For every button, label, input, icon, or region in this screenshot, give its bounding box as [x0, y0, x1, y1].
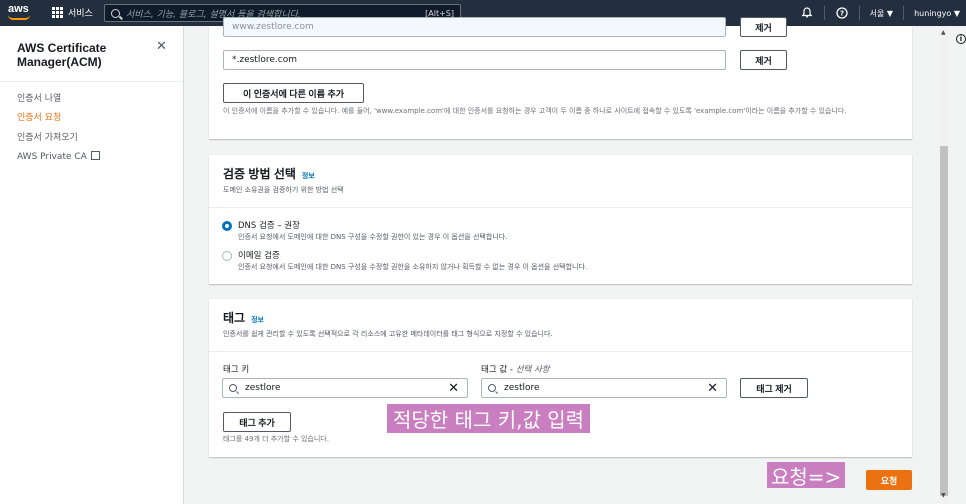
add-name-help-text: 이 인증서에 이름을 추가할 수 있습니다. 예를 들어, 'www.examp…	[223, 107, 847, 115]
tag-value-input[interactable]: zestlore ✕	[481, 378, 727, 398]
dns-validation-label[interactable]: DNS 검증 – 권장	[238, 219, 300, 231]
bell-icon[interactable]	[794, 0, 820, 26]
email-validation-desc: 인증서 요청에서 도메인에 대한 DNS 구성을 수정할 권한을 소유하지 않거…	[238, 263, 588, 271]
tags-description: 인증서를 쉽게 관리할 수 있도록 선택적으로 각 리소스에 고유한 메타데이터…	[223, 330, 553, 338]
page-scrollbar[interactable]: ▲ ▼	[939, 26, 949, 504]
account-menu[interactable]: huningyo ▼	[908, 9, 966, 18]
validation-description: 도메인 소유권을 검증하기 위한 방법 선택	[223, 186, 344, 194]
add-tag-button[interactable]: 태그 추가	[223, 412, 291, 432]
annotation-request-note: 요청=>	[767, 462, 846, 489]
add-another-name-button[interactable]: 이 인증서에 다른 이름 추가	[223, 83, 364, 103]
divider	[823, 6, 825, 20]
region-selector[interactable]: 서울 ▼	[864, 8, 899, 19]
sidebar-divider	[0, 81, 183, 82]
panel-divider	[209, 207, 912, 208]
request-button[interactable]: 요청	[866, 470, 912, 490]
divider	[903, 6, 905, 20]
clear-icon[interactable]: ✕	[448, 381, 459, 396]
sidebar-item-list-certificates[interactable]: 인증서 나열	[17, 91, 61, 104]
aws-logo[interactable]: aws	[8, 3, 34, 23]
clear-icon[interactable]: ✕	[707, 381, 718, 396]
grid-icon	[52, 7, 63, 18]
help-icon[interactable]: ?	[829, 0, 855, 26]
validation-title: 검증 방법 선택	[223, 167, 296, 181]
sidebar-title: AWS Certificate Manager(ACM)	[17, 41, 107, 69]
dns-validation-desc: 인증서 요청에서 도메인에 대한 DNS 구성을 수정할 권한이 있는 경우 이…	[238, 233, 508, 241]
scrollbar-thumb[interactable]	[940, 146, 948, 496]
domain-name-input[interactable]: *.zestlore.com	[223, 50, 726, 70]
remove-tag-button[interactable]: 태그 제거	[740, 378, 808, 398]
tags-panel: 태그 정보 인증서를 쉽게 관리할 수 있도록 선택적으로 각 리소스에 고유한 …	[209, 298, 912, 457]
tag-key-value: zestlore	[245, 383, 281, 393]
tags-title: 태그	[223, 311, 246, 325]
domain-names-panel: www.zestlore.com 제거 *.zestlore.com 제거 이 …	[209, 17, 912, 139]
remove-domain-button[interactable]: 제거	[740, 50, 787, 70]
domain-name-value: www.zestlore.com	[232, 22, 314, 32]
dns-validation-radio[interactable]	[222, 221, 232, 231]
sidebar-item-label: AWS Private CA	[17, 152, 87, 162]
sidebar-item-aws-private-ca[interactable]: AWS Private CA	[17, 150, 100, 162]
optional-label: 선택 사항	[515, 365, 550, 375]
tag-value-label-text: 태그 값 -	[481, 365, 516, 375]
panel-title: 검증 방법 선택 정보	[223, 165, 315, 182]
email-validation-radio[interactable]	[222, 251, 232, 261]
sidebar: AWS Certificate Manager(ACM) ✕ 인증서 나열 인증…	[0, 26, 184, 504]
info-link[interactable]: 정보	[302, 173, 315, 180]
panel-divider	[209, 351, 912, 352]
tag-value-label: 태그 값 - 선택 사항	[481, 363, 550, 375]
tags-remaining-text: 태그를 49개 더 추가할 수 있습니다.	[223, 435, 329, 443]
panel-title: 태그 정보	[223, 309, 264, 326]
external-link-icon	[90, 151, 100, 160]
tag-key-input[interactable]: zestlore ✕	[222, 378, 468, 398]
validation-method-panel: 검증 방법 선택 정보 도메인 소유권을 검증하기 위한 방법 선택 DNS 검증…	[209, 154, 912, 284]
email-validation-label[interactable]: 이메일 검증	[238, 249, 280, 261]
search-icon	[488, 384, 496, 392]
scroll-up-arrow[interactable]: ▲	[941, 29, 946, 36]
sidebar-item-import-certificate[interactable]: 인증서 가져오기	[17, 130, 78, 143]
nav-right-group: ? 서울 ▼ huningyo ▼	[794, 0, 966, 26]
services-menu-button[interactable]: 서비스	[52, 6, 93, 19]
aws-smile-icon	[8, 15, 30, 20]
tag-value-value: zestlore	[504, 383, 540, 393]
svg-text:?: ?	[840, 10, 844, 18]
domain-name-value: *.zestlore.com	[232, 55, 297, 65]
remove-domain-button[interactable]: 제거	[740, 17, 787, 37]
info-link[interactable]: 정보	[251, 317, 264, 324]
info-panel-icon[interactable]: i	[956, 34, 966, 44]
tag-key-label: 태그 키	[223, 365, 250, 375]
close-icon[interactable]: ✕	[156, 39, 167, 54]
annotation-tag-note: 적당한 태그 키,값 입력	[387, 404, 591, 433]
services-label: 서비스	[68, 9, 93, 19]
search-icon	[229, 384, 237, 392]
domain-name-input[interactable]: www.zestlore.com	[223, 17, 726, 37]
scroll-down-arrow[interactable]: ▼	[941, 492, 946, 499]
search-icon	[111, 8, 120, 18]
divider	[858, 6, 860, 20]
sidebar-item-request-certificate[interactable]: 인증서 요청	[17, 110, 61, 123]
aws-logo-text: aws	[8, 3, 29, 15]
